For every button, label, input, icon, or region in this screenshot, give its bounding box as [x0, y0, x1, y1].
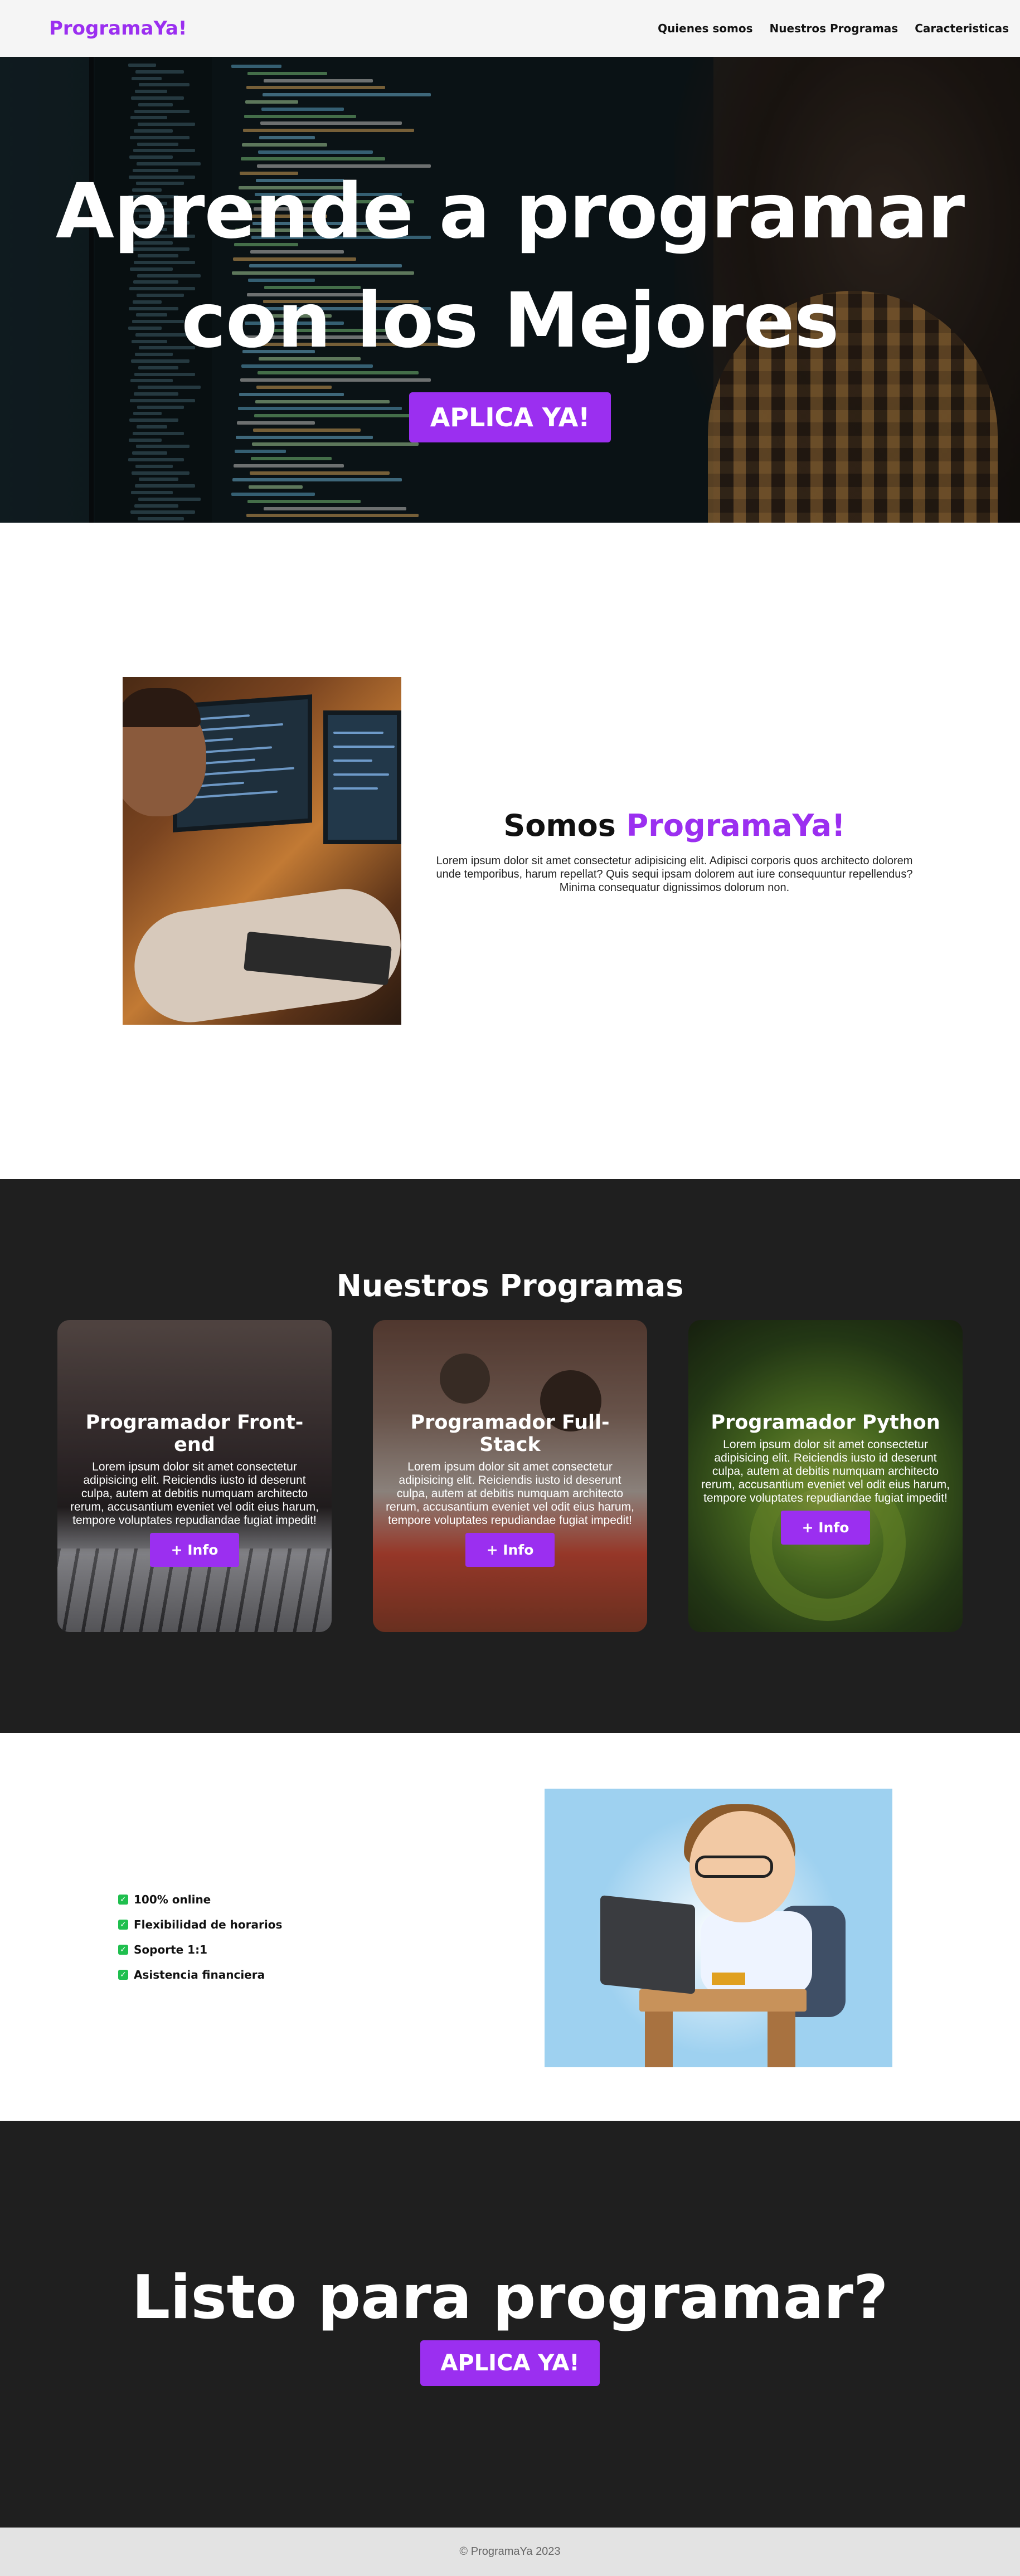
- illustration-desk-leg: [645, 2012, 673, 2067]
- programmer-illustration: [545, 1789, 892, 2067]
- programs-title: Nuestros Programas: [336, 1268, 684, 1303]
- card-info-button[interactable]: + Info: [465, 1533, 555, 1567]
- card-body: Programador Front-end Lorem ipsum dolor …: [67, 1411, 322, 1567]
- feature-item: ✓ 100% online: [118, 1887, 282, 1912]
- card-title: Programador Front-end: [85, 1411, 304, 1456]
- program-cards: Programador Front-end Lorem ipsum dolor …: [0, 1320, 1020, 1632]
- card-body: Programador Full-Stack Lorem ipsum dolor…: [383, 1411, 637, 1567]
- card-text: Lorem ipsum dolor sit amet consectetur a…: [701, 1438, 950, 1504]
- card-text: Lorem ipsum dolor sit amet consectetur a…: [70, 1460, 319, 1527]
- cta-apply-button[interactable]: APLICA YA!: [420, 2340, 600, 2386]
- feature-label: Flexibilidad de horarios: [134, 1917, 283, 1931]
- feature-item: ✓ Asistencia financiera: [118, 1962, 282, 1987]
- cta-title: Listo para programar?: [132, 2263, 888, 2332]
- nav-link-quienes-somos[interactable]: Quienes somos: [658, 22, 752, 35]
- hero-content: Aprende a programar con los Mejores APLI…: [0, 157, 1020, 442]
- check-icon: ✓: [118, 1969, 128, 1980]
- program-card-python: Programador Python Lorem ipsum dolor sit…: [688, 1320, 963, 1632]
- features-section: ✓ 100% online ✓ Flexibilidad de horarios…: [0, 1733, 1020, 2121]
- programs-section: Nuestros Programas Programador Front-end…: [0, 1179, 1020, 1733]
- program-card-fullstack: Programador Full-Stack Lorem ipsum dolor…: [373, 1320, 647, 1632]
- nav-links: Quienes somos Nuestros Programas Caracte…: [658, 22, 1009, 35]
- nav-link-caracteristicas[interactable]: Caracteristicas: [915, 22, 1009, 35]
- cta-section: Listo para programar? APLICA YA!: [0, 2121, 1020, 2528]
- card-info-button[interactable]: + Info: [780, 1511, 871, 1545]
- illustration-glasses: [695, 1856, 773, 1878]
- hero-apply-button[interactable]: APLICA YA!: [409, 392, 611, 442]
- card-title: Programador Python: [711, 1411, 940, 1434]
- feature-label: 100% online: [134, 1892, 211, 1906]
- about-image-person-hair: [123, 688, 201, 727]
- about-title: Somos ProgramaYa!: [429, 808, 920, 843]
- brand-logo[interactable]: ProgramaYa!: [49, 17, 187, 40]
- navbar: ProgramaYa! Quienes somos Nuestros Progr…: [0, 0, 1020, 57]
- feature-label: Asistencia financiera: [134, 1968, 265, 1981]
- about-title-accent: ProgramaYa!: [626, 807, 846, 843]
- footer-copyright: © ProgramaYa 2023: [459, 2545, 561, 2558]
- feature-label: Soporte 1:1: [134, 1942, 207, 1956]
- about-image-monitor-2: [323, 710, 401, 844]
- hero-title-line-1: Aprende a programar: [55, 168, 965, 256]
- check-icon: ✓: [118, 1894, 128, 1905]
- footer: © ProgramaYa 2023: [0, 2528, 1020, 2576]
- nav-link-nuestros-programas[interactable]: Nuestros Programas: [770, 22, 898, 35]
- about-title-prefix: Somos: [503, 807, 626, 843]
- card-body: Programador Python Lorem ipsum dolor sit…: [698, 1411, 953, 1545]
- card-info-button[interactable]: + Info: [149, 1533, 240, 1567]
- card-text: Lorem ipsum dolor sit amet consectetur a…: [386, 1460, 634, 1527]
- illustration-monitor: [600, 1895, 695, 1994]
- card-title: Programador Full-Stack: [410, 1411, 610, 1456]
- feature-item: ✓ Soporte 1:1: [118, 1937, 282, 1962]
- feature-list: ✓ 100% online ✓ Flexibilidad de horarios…: [118, 1887, 282, 1987]
- about-section: Somos ProgramaYa! Lorem ipsum dolor sit …: [0, 523, 1020, 1179]
- check-icon: ✓: [118, 1944, 128, 1955]
- program-card-frontend: Programador Front-end Lorem ipsum dolor …: [57, 1320, 332, 1632]
- hero-section: Aprende a programar con los Mejores APLI…: [0, 57, 1020, 523]
- illustration-books: [712, 1973, 745, 1985]
- about-body: Lorem ipsum dolor sit amet consectetur a…: [436, 854, 913, 894]
- about-text: Somos ProgramaYa! Lorem ipsum dolor sit …: [401, 808, 1020, 894]
- about-image: [123, 677, 401, 1025]
- hero-title: Aprende a programar con los Mejores: [0, 157, 1020, 376]
- feature-item: ✓ Flexibilidad de horarios: [118, 1912, 282, 1937]
- check-icon: ✓: [118, 1919, 128, 1930]
- illustration-desk: [639, 1989, 807, 2012]
- hero-title-line-2: con los Mejores: [181, 277, 839, 365]
- illustration-desk-leg: [768, 2012, 795, 2067]
